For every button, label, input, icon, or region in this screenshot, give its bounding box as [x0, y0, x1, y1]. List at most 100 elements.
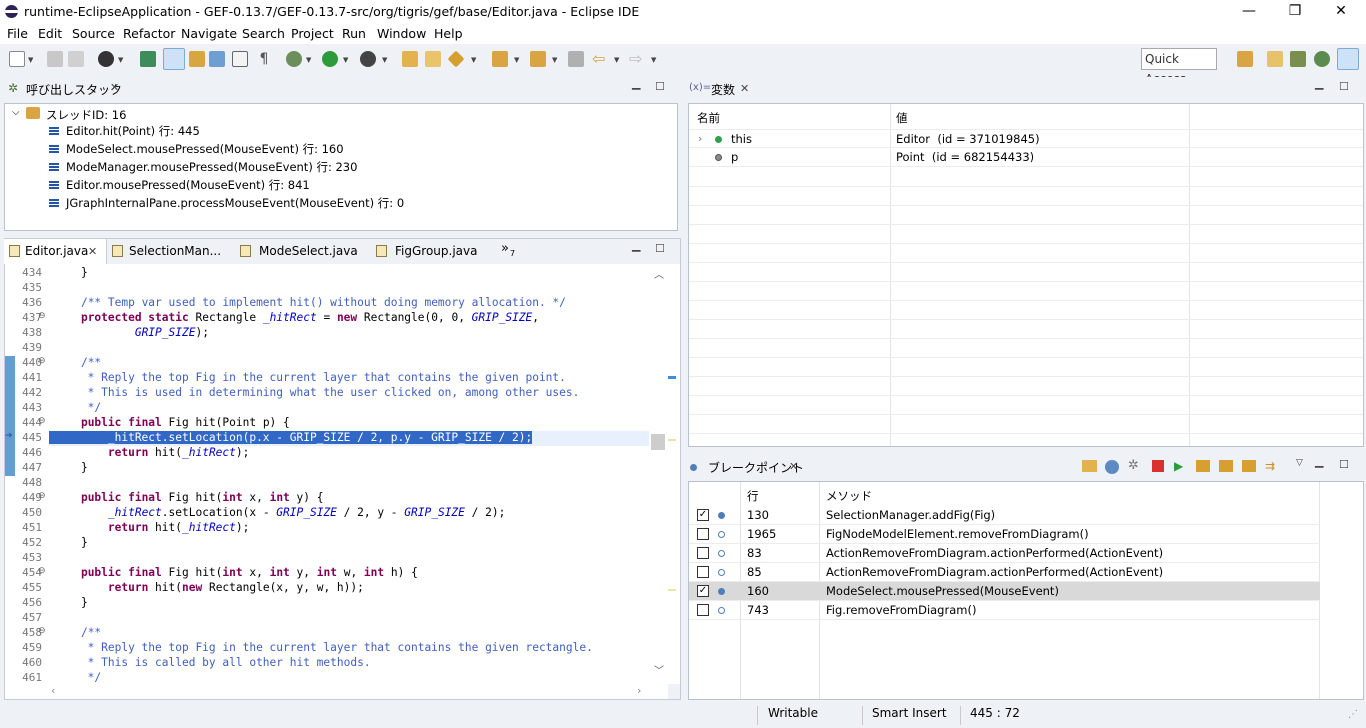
- code-line[interactable]: 448: [5, 476, 650, 491]
- breakpoint-checkbox[interactable]: ✓: [697, 585, 709, 597]
- code-line[interactable]: 460 * This is called by all other hit me…: [5, 656, 650, 671]
- open-type-icon[interactable]: [189, 51, 205, 67]
- perspective-java-icon[interactable]: [1267, 51, 1283, 67]
- breakpoint-checkbox[interactable]: [697, 604, 709, 616]
- close-icon[interactable]: ✕: [789, 460, 798, 473]
- scroll-down-icon[interactable]: ﹀: [654, 662, 664, 677]
- resume-icon[interactable]: ▶: [1174, 459, 1183, 473]
- code-line[interactable]: 438 GRIP_SIZE);: [5, 326, 650, 341]
- save-all-icon[interactable]: [68, 51, 84, 67]
- chevron-down-icon[interactable]: ▼: [343, 56, 348, 64]
- tab-selection-manager[interactable]: SelectionMan...: [108, 239, 233, 264]
- horizontal-scrollbar[interactable]: ‹ ›: [5, 684, 668, 699]
- code-line[interactable]: 435: [5, 281, 650, 296]
- scrollbar-thumb[interactable]: [651, 434, 665, 450]
- breakpoint-row[interactable]: ✓ 130 SelectionManager.addFig(Fig): [689, 506, 1320, 525]
- close-icon[interactable]: ✕: [740, 82, 749, 95]
- chevron-down-icon[interactable]: ▼: [382, 56, 387, 64]
- code-line[interactable]: 442 * This is used in determining what t…: [5, 386, 650, 401]
- code-line[interactable]: 436 /** Temp var used to implement hit()…: [5, 296, 650, 311]
- thread-label[interactable]: スレッドID: 16: [46, 107, 126, 123]
- code-line[interactable]: 459 * Reply the top Fig in the current l…: [5, 641, 650, 656]
- fold-toggle-icon[interactable]: ⊖: [38, 311, 46, 321]
- chevron-down-icon[interactable]: ▼: [471, 56, 476, 64]
- menu-window[interactable]: Window: [377, 26, 426, 41]
- breakpoint-row[interactable]: 85 ActionRemoveFromDiagram.actionPerforme…: [689, 563, 1320, 582]
- skip-icon[interactable]: ✲: [1128, 458, 1139, 473]
- col-header-method[interactable]: メソッド: [826, 488, 872, 504]
- chevron-right-icon[interactable]: ›: [698, 132, 702, 145]
- fold-toggle-icon[interactable]: ⊖: [38, 566, 46, 576]
- prev-annotation-icon[interactable]: [530, 51, 546, 67]
- fold-toggle-icon[interactable]: ⊖: [38, 626, 46, 636]
- col-header-value[interactable]: 値: [896, 110, 908, 126]
- chevron-down-icon[interactable]: ⌵: [12, 107, 20, 118]
- menu-run[interactable]: Run: [342, 26, 366, 41]
- call-stack-title[interactable]: 呼び出しスタック: [26, 81, 122, 98]
- last-edit-icon[interactable]: [568, 51, 584, 67]
- step-return-icon[interactable]: [1242, 460, 1256, 472]
- code-editor[interactable]: 434 } 435 436 /** Temp var used to impleme…: [5, 264, 668, 684]
- perspective-git-icon[interactable]: [1290, 51, 1306, 67]
- code-line[interactable]: 452 }: [5, 536, 650, 551]
- terminate-icon[interactable]: [1152, 460, 1164, 472]
- breakpoint-row[interactable]: ✓ 160 ModeSelect.mousePressed(MouseEvent): [689, 582, 1320, 601]
- code-line[interactable]: 441 * Reply the top Fig in the current l…: [5, 371, 650, 386]
- variable-row[interactable]: p Point (id = 682154433): [689, 148, 1363, 167]
- code-line[interactable]: 456 }: [5, 596, 650, 611]
- menu-navigate[interactable]: Navigate: [181, 26, 237, 41]
- minimize-view-icon[interactable]: ▁: [632, 239, 640, 252]
- occurrence-marker[interactable]: [668, 589, 676, 591]
- tab-editor-java[interactable]: Editor.java ✕: [4, 239, 107, 264]
- maximize-view-icon[interactable]: ☐: [655, 242, 665, 255]
- close-icon[interactable]: ✕: [110, 81, 119, 94]
- fold-toggle-icon[interactable]: ⊖: [38, 491, 46, 501]
- code-line[interactable]: 453: [5, 551, 650, 566]
- variables-title[interactable]: 変数: [711, 81, 735, 98]
- link-icon[interactable]: [1105, 460, 1119, 474]
- view-menu-icon[interactable]: ▽: [1296, 458, 1303, 468]
- code-line[interactable]: 451 return hit(_hitRect);: [5, 521, 650, 536]
- status-cursor-position[interactable]: 445 : 72: [970, 706, 1020, 720]
- maximize-view-icon[interactable]: ☐: [655, 80, 665, 93]
- quick-access-input[interactable]: Quick Access: [1141, 48, 1217, 86]
- step-over-icon[interactable]: [1219, 460, 1233, 472]
- breakpoint-checkbox[interactable]: [697, 566, 709, 578]
- highlight-icon[interactable]: [163, 48, 185, 70]
- overview-ruler[interactable]: [668, 264, 680, 684]
- scroll-right-icon[interactable]: ›: [637, 684, 641, 697]
- menu-refactor[interactable]: Refactor: [123, 26, 175, 41]
- scroll-left-icon[interactable]: ‹: [51, 684, 55, 697]
- col-header-name[interactable]: 名前: [697, 110, 720, 126]
- breakpoint-row[interactable]: 1965 FigNodeModelElement.removeFromDiagra…: [689, 525, 1320, 544]
- breakpoint-row[interactable]: 743 Fig.removeFromDiagram(): [689, 601, 1320, 620]
- minimize-button[interactable]: —: [1226, 0, 1272, 24]
- code-line[interactable]: 444 ⊖ public final Fig hit(Point p) {: [5, 416, 650, 431]
- perspective-debug-icon[interactable]: [1314, 51, 1330, 67]
- pilcrow-icon[interactable]: ¶: [256, 51, 272, 67]
- debug-icon[interactable]: [286, 51, 302, 67]
- collapse-icon[interactable]: ⇉: [1265, 459, 1275, 473]
- col-header-line[interactable]: 行: [747, 488, 759, 504]
- code-line[interactable]: 437 ⊖ protected static Rectangle _hitRect…: [5, 311, 650, 326]
- close-button[interactable]: ✕: [1318, 0, 1364, 24]
- coverage-icon[interactable]: [360, 51, 376, 67]
- code-line[interactable]: 449 ⊖ public final Fig hit(int x, int y) …: [5, 491, 650, 506]
- maximize-view-icon[interactable]: ☐: [1339, 80, 1349, 93]
- minimize-view-icon[interactable]: ▁: [632, 77, 640, 90]
- new-icon[interactable]: [9, 51, 25, 67]
- breakpoint-row[interactable]: 83 ActionRemoveFromDiagram.actionPerforme…: [689, 544, 1320, 563]
- profile-icon[interactable]: [98, 51, 114, 67]
- run-icon[interactable]: [322, 51, 338, 67]
- code-line[interactable]: 439: [5, 341, 650, 356]
- breakpoint-checkbox[interactable]: ✓: [697, 509, 709, 521]
- menu-file[interactable]: File: [7, 26, 28, 41]
- perspective-resource-icon[interactable]: [1337, 48, 1359, 70]
- fold-toggle-icon[interactable]: ⊖: [38, 356, 46, 366]
- close-icon[interactable]: ✕: [88, 245, 97, 258]
- tab-mode-select[interactable]: ModeSelect.java: [236, 239, 366, 264]
- fold-toggle-icon[interactable]: ⊖: [38, 416, 46, 426]
- chevron-down-icon[interactable]: ▼: [651, 56, 656, 64]
- open-file-icon[interactable]: [425, 51, 441, 67]
- code-line[interactable]: 443 */: [5, 401, 650, 416]
